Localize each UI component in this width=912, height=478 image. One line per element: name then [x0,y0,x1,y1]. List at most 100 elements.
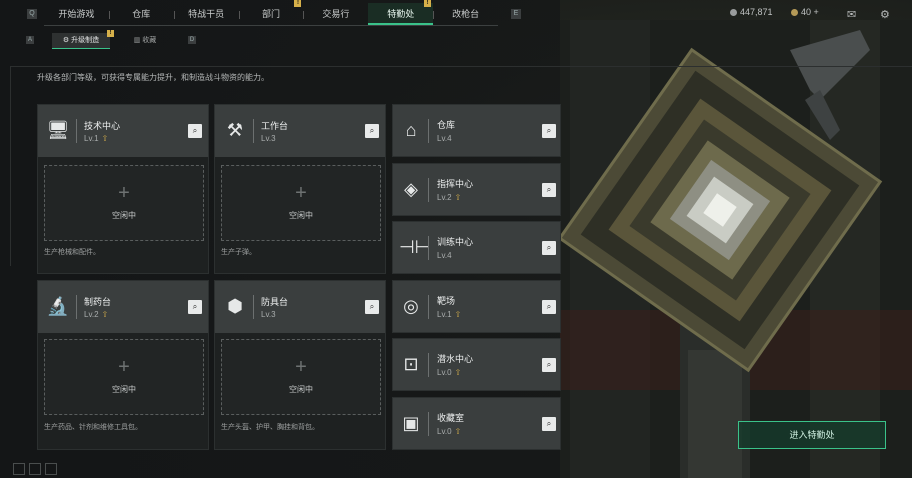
upgrade-arrow-icon: ⇧ [454,310,462,319]
search-icon[interactable]: ⌕ [542,300,556,314]
facility-card-command-center[interactable]: ◈ 指挥中心 Lv.2 ⇧ ⌕ [392,163,561,216]
subtab-collection[interactable]: ▥ 收藏 [116,33,174,49]
dumbbell-icon: ⊣⊢ [399,237,431,257]
divider [428,295,429,319]
facility-card-shooting-range[interactable]: ◎ 靶场 Lv.1 ⇧ ⌕ [392,280,561,333]
collection-icon: ▥ [133,37,143,44]
facility-level: Lv.2 ⇧ [437,193,462,202]
armor-icon: ⬢ [227,296,243,316]
target-icon: ◎ [403,296,419,316]
search-icon[interactable]: ⌕ [542,358,556,372]
add-icon: + [295,182,307,204]
search-icon[interactable]: ⌕ [542,124,556,138]
facility-card-armor-bench[interactable]: ⬢ 防具台 Lv.3 ⌕ + 空闲中 生产头盔、护甲、胸挂和背包。 [214,280,386,450]
collection-case-icon: ▣ [402,413,420,433]
divider [253,119,254,143]
facility-name: 防具台 [261,297,289,307]
monitor-icon: 🖥 [46,120,70,140]
tab-department[interactable]: 部门! [238,0,304,25]
tab-start-game[interactable]: 开始游戏 [44,3,109,25]
upgrade-arrow-icon: ⇧ [454,427,462,436]
facility-name: 指挥中心 [437,179,474,189]
upgrade-arrow-icon: ⇧ [454,193,462,202]
subtab-prev-key-hint[interactable]: A [26,36,34,44]
divider [428,119,429,143]
search-icon[interactable]: ⌕ [542,183,556,197]
command-diamond-icon: ◈ [404,179,418,199]
production-slot[interactable]: + 空闲中 [44,165,204,241]
slot-status: 空闲中 [289,385,313,394]
facility-level: Lv.0 ⇧ [437,427,462,436]
nav-next-key-hint[interactable]: E [511,9,521,19]
facility-card-training-center[interactable]: ⊣⊢ 训练中心 Lv.4 ⌕ [392,221,561,274]
facility-description: 生产头盔、护甲、胸挂和背包。 [221,424,319,431]
subtab-alert-badge: ! [107,30,114,37]
search-icon[interactable]: ⌕ [365,124,379,138]
mail-icon[interactable]: ✉ [847,8,856,21]
divider [428,178,429,202]
divider [428,236,429,260]
facility-card-diving-center[interactable]: ⊡ 潜水中心 Lv.0 ⇧ ⌕ [392,338,561,391]
tab-warehouse[interactable]: 仓库 [108,3,174,25]
upgrade-arrow-icon: ⇧ [101,134,109,143]
corner-control[interactable] [45,463,57,475]
facility-name: 技术中心 [84,121,121,131]
subtab-next-key-hint[interactable]: D [188,36,196,44]
search-icon[interactable]: ⌕ [188,124,202,138]
card-header: ⬢ 防具台 Lv.3 ⌕ [215,281,385,333]
subtab-upgrade-craft[interactable]: ⚙ 升级制造 ! [52,30,114,49]
tab-alert-badge: ! [424,0,432,7]
facility-name: 训练中心 [437,237,474,247]
card-header: 🖥 技术中心 Lv.1 ⇧ ⌕ [38,105,208,157]
search-icon[interactable]: ⌕ [188,300,202,314]
settings-gear-icon[interactable]: ⚙ [880,8,890,21]
tab-special-ops[interactable]: 特勤处! [368,0,434,25]
main-tabs: 开始游戏 仓库 特战干员 部门! 交易行 特勤处! 改枪台 [44,0,498,26]
silver-currency[interactable]: 447,871 [730,7,773,17]
slot-status: 空闲中 [112,211,136,220]
divider [76,295,77,319]
nav-prev-key-hint[interactable]: Q [27,9,37,19]
facility-level: Lv.3 [261,134,276,143]
corner-control[interactable] [29,463,41,475]
enter-special-ops-button[interactable]: 进入特勤处 [738,421,886,449]
wrench-icon: ⚙ [62,37,72,44]
divider [10,66,912,67]
facility-description: 生产子弹。 [221,249,256,256]
add-icon: + [118,356,130,378]
facility-level: Lv.3 [261,310,276,319]
tab-operators[interactable]: 特战干员 [173,3,239,25]
facility-card-warehouse[interactable]: ⌂ 仓库 Lv.4 ⌕ [392,104,561,157]
search-icon[interactable]: ⌕ [542,241,556,255]
production-slot[interactable]: + 空闲中 [44,339,204,415]
facility-name: 潜水中心 [437,354,474,364]
facility-description: 生产枪械和配件。 [44,249,100,256]
slot-status: 空闲中 [112,385,136,394]
facility-card-pharmacy[interactable]: 🔬 制药台 Lv.2 ⇧ ⌕ + 空闲中 生产药品、针剂和维修工具包。 [37,280,209,450]
facility-name: 制药台 [84,297,112,307]
add-icon: + [295,356,307,378]
gold-coin-icon [791,8,798,16]
divider [76,119,77,143]
corner-control[interactable] [13,463,25,475]
divider [10,66,11,266]
upgrade-arrow-icon: ⇧ [101,310,109,319]
facility-card-workbench[interactable]: ⚒ 工作台 Lv.3 ⌕ + 空闲中 生产子弹。 [214,104,386,274]
facility-name: 靶场 [437,296,456,306]
gold-currency[interactable]: 40 + [791,7,819,17]
silver-coin-icon [730,8,737,16]
facility-level: Lv.1 ⇧ [437,310,462,319]
facility-card-tech-center[interactable]: 🖥 技术中心 Lv.1 ⇧ ⌕ + 空闲中 生产枪械和配件。 [37,104,209,274]
tab-gunsmith[interactable]: 改枪台 [433,3,498,25]
bottom-left-controls [13,463,57,475]
search-icon[interactable]: ⌕ [365,300,379,314]
microscope-icon: 🔬 [46,296,70,316]
divider [253,295,254,319]
special-ops-cube-artwork [560,20,912,478]
search-icon[interactable]: ⌕ [542,417,556,431]
facility-level: Lv.2 ⇧ [84,310,109,319]
production-slot[interactable]: + 空闲中 [221,339,381,415]
facility-card-collection-room[interactable]: ▣ 收藏室 Lv.0 ⇧ ⌕ [392,397,561,450]
tab-trading[interactable]: 交易行 [303,3,368,25]
production-slot[interactable]: + 空闲中 [221,165,381,241]
